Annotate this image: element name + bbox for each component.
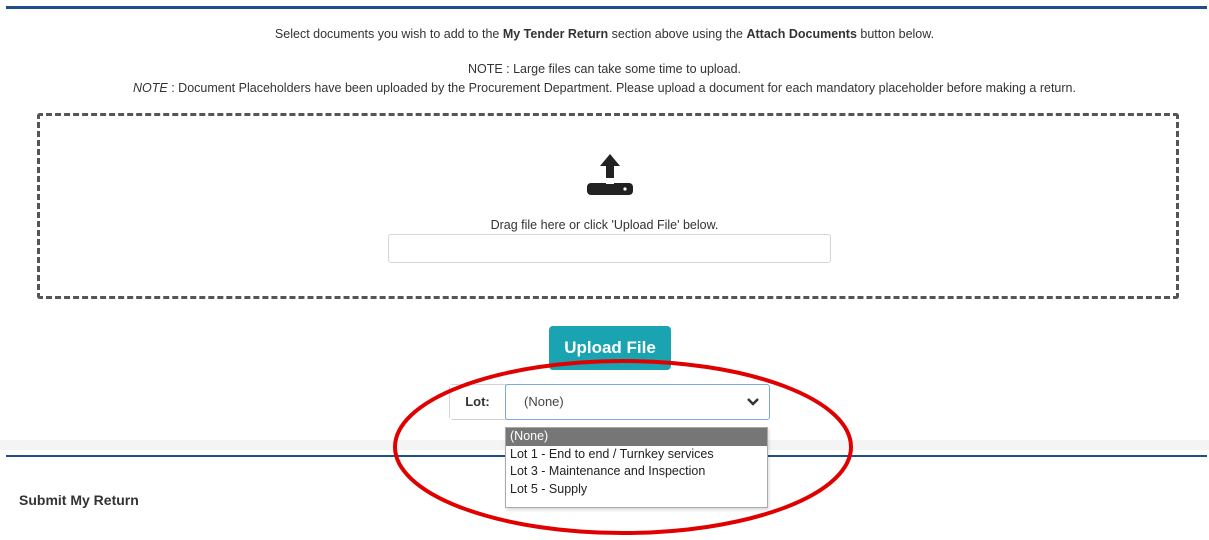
note-large-files: NOTE : Large files can take some time to…: [467, 62, 742, 76]
submit-section-title: Submit My Return: [19, 492, 139, 508]
lot-selected-value: (None): [524, 394, 564, 409]
upload-icon: [587, 154, 633, 195]
lot-option-5[interactable]: Lot 5 - Supply: [506, 481, 767, 499]
lot-selector: Lot: (None): [449, 384, 770, 420]
lot-option-3[interactable]: Lot 3 - Maintenance and Inspection: [506, 463, 767, 481]
instruction-bold-button: Attach Documents: [746, 27, 857, 41]
instruction-line: Select documents you wish to add to the …: [0, 27, 1209, 41]
top-divider: [6, 6, 1207, 9]
lot-select[interactable]: (None): [505, 384, 770, 420]
lot-label: Lot:: [450, 385, 506, 419]
instruction-bold-section: My Tender Return: [502, 27, 609, 41]
chevron-down-icon: [747, 398, 759, 406]
note-text: : Document Placeholders have been upload…: [167, 81, 1076, 95]
file-drop-zone[interactable]: [37, 113, 1179, 299]
lot-option-1[interactable]: Lot 1 - End to end / Turnkey services: [506, 446, 767, 464]
lot-dropdown-list: (None) Lot 1 - End to end / Turnkey serv…: [505, 427, 768, 508]
upload-file-button[interactable]: Upload File: [549, 326, 671, 370]
instruction-text: Select documents you wish to add to the: [274, 27, 503, 41]
note-placeholders: NOTE : Document Placeholders have been u…: [0, 81, 1209, 95]
lot-option-none[interactable]: (None): [506, 428, 767, 446]
drag-instructions: Drag file here or click 'Upload File' be…: [490, 218, 719, 232]
instruction-text: section above using the: [608, 27, 747, 41]
instruction-text: button below.: [856, 27, 935, 41]
note-label: NOTE: [133, 81, 168, 95]
file-name-field[interactable]: [388, 234, 831, 263]
